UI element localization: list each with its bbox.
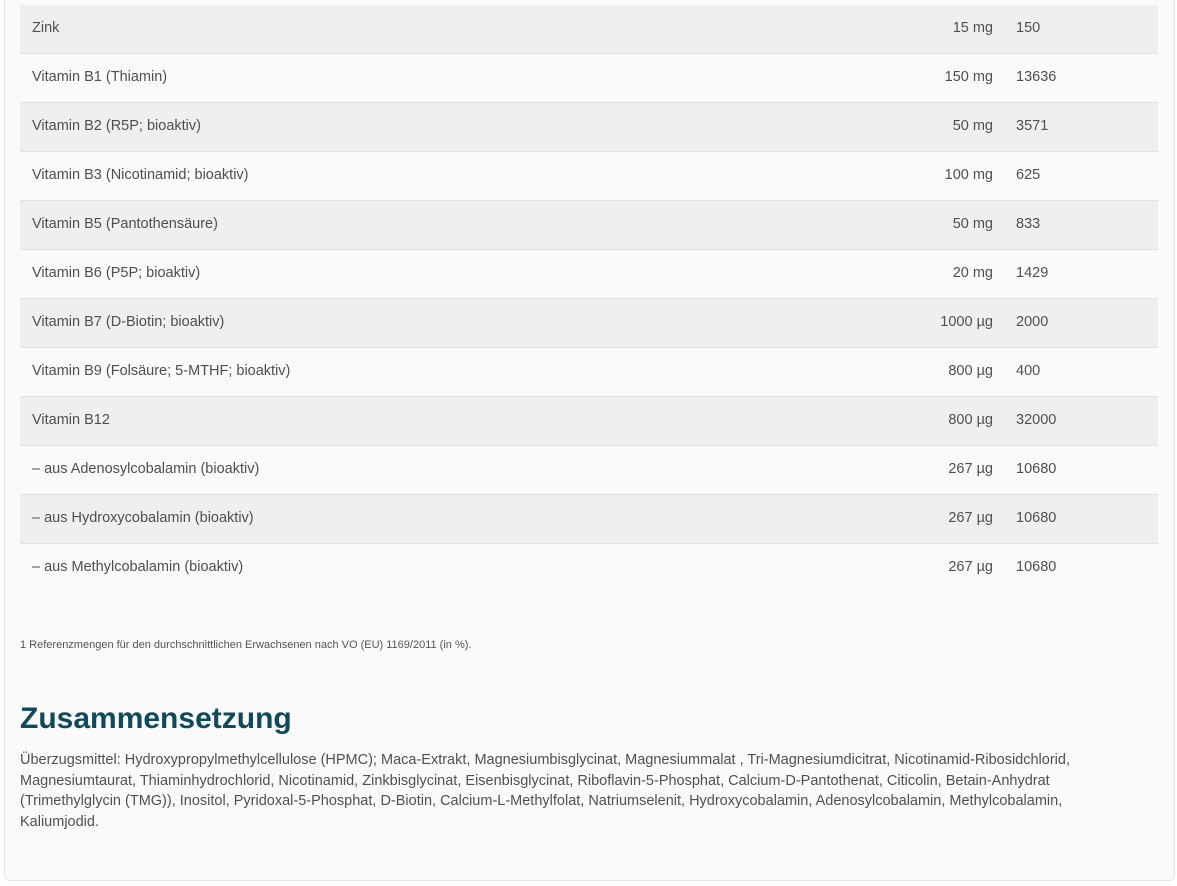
nutrient-amount: 1000 µg bbox=[940, 314, 993, 330]
nutrient-amount: 267 µg bbox=[948, 510, 993, 526]
nutrient-reference-percent: 32000 bbox=[1016, 412, 1057, 428]
nutrient-amount: 20 mg bbox=[952, 265, 993, 281]
nutrient-amount: 50 mg bbox=[952, 118, 993, 134]
nutrient-reference-percent: 2000 bbox=[1016, 314, 1049, 330]
composition-heading: Zusammensetzung bbox=[20, 702, 292, 735]
nutrient-name: Vitamin B5 (Pantothensäure) bbox=[32, 216, 218, 232]
table-row: Vitamin B9 (Folsäure; 5-MTHF; bioaktiv) … bbox=[20, 348, 1158, 397]
nutrient-amount: 800 µg bbox=[948, 412, 993, 428]
nutrient-reference-percent: 833 bbox=[1016, 216, 1041, 232]
table-row: Vitamin B5 (Pantothensäure) 50 mg 833 bbox=[20, 201, 1158, 250]
nutrient-name: Vitamin B9 (Folsäure; 5-MTHF; bioaktiv) bbox=[32, 363, 291, 379]
nutrient-reference-percent: 150 bbox=[1016, 20, 1041, 36]
table-row: Vitamin B12 800 µg 32000 bbox=[20, 397, 1158, 446]
nutrient-amount: 267 µg bbox=[948, 559, 993, 575]
nutrient-reference-percent: 1429 bbox=[1016, 265, 1049, 281]
nutrient-reference-percent: 3571 bbox=[1016, 118, 1049, 134]
nutrient-name: – aus Methylcobalamin (bioaktiv) bbox=[32, 559, 244, 575]
nutrient-name: Vitamin B1 (Thiamin) bbox=[32, 69, 168, 85]
nutrient-name: Vitamin B12 bbox=[32, 412, 110, 428]
nutrient-name: – aus Hydroxycobalamin (bioaktiv) bbox=[32, 510, 254, 526]
nutrient-amount: 50 mg bbox=[952, 216, 993, 232]
nutrient-table: Zink 15 mg 150 Vitamin B1 (Thiamin) 150 … bbox=[20, 5, 1158, 592]
reference-footnote: 1 Referenzmengen für den durchschnittlic… bbox=[20, 639, 472, 651]
nutrient-name: Vitamin B6 (P5P; bioaktiv) bbox=[32, 265, 201, 281]
nutrient-name: Vitamin B3 (Nicotinamid; bioaktiv) bbox=[32, 167, 249, 183]
nutrient-amount: 150 mg bbox=[944, 69, 993, 85]
nutrient-amount: 15 mg bbox=[952, 20, 993, 36]
nutrient-name: Zink bbox=[32, 20, 60, 36]
content-card: Zink 15 mg 150 Vitamin B1 (Thiamin) 150 … bbox=[4, 0, 1175, 881]
nutrient-reference-percent: 13636 bbox=[1016, 69, 1057, 85]
table-row: – aus Adenosylcobalamin (bioaktiv) 267 µ… bbox=[20, 446, 1158, 495]
table-row: Vitamin B3 (Nicotinamid; bioaktiv) 100 m… bbox=[20, 152, 1158, 201]
nutrient-amount: 800 µg bbox=[948, 363, 993, 379]
nutrient-name: – aus Adenosylcobalamin (bioaktiv) bbox=[32, 461, 260, 477]
nutrient-name: Vitamin B7 (D-Biotin; bioaktiv) bbox=[32, 314, 225, 330]
table-row: Vitamin B1 (Thiamin) 150 mg 13636 bbox=[20, 54, 1158, 103]
nutrient-name: Vitamin B2 (R5P; bioaktiv) bbox=[32, 118, 201, 134]
nutrient-reference-percent: 10680 bbox=[1016, 559, 1057, 575]
table-row: – aus Hydroxycobalamin (bioaktiv) 267 µg… bbox=[20, 495, 1158, 544]
table-row: – aus Methylcobalamin (bioaktiv) 267 µg … bbox=[20, 544, 1158, 592]
nutrient-reference-percent: 400 bbox=[1016, 363, 1041, 379]
nutrient-reference-percent: 10680 bbox=[1016, 510, 1057, 526]
composition-text: Überzugsmittel: Hydroxypropylmethylcellu… bbox=[20, 752, 1070, 830]
nutrient-reference-percent: 10680 bbox=[1016, 461, 1057, 477]
table-row: Vitamin B2 (R5P; bioaktiv) 50 mg 3571 bbox=[20, 103, 1158, 152]
table-row: Vitamin B7 (D-Biotin; bioaktiv) 1000 µg … bbox=[20, 299, 1158, 348]
nutrient-amount: 267 µg bbox=[948, 461, 993, 477]
nutrient-amount: 100 mg bbox=[944, 167, 993, 183]
nutrient-reference-percent: 625 bbox=[1016, 167, 1041, 183]
table-row: Zink 15 mg 150 bbox=[20, 5, 1158, 54]
table-row: Vitamin B6 (P5P; bioaktiv) 20 mg 1429 bbox=[20, 250, 1158, 299]
